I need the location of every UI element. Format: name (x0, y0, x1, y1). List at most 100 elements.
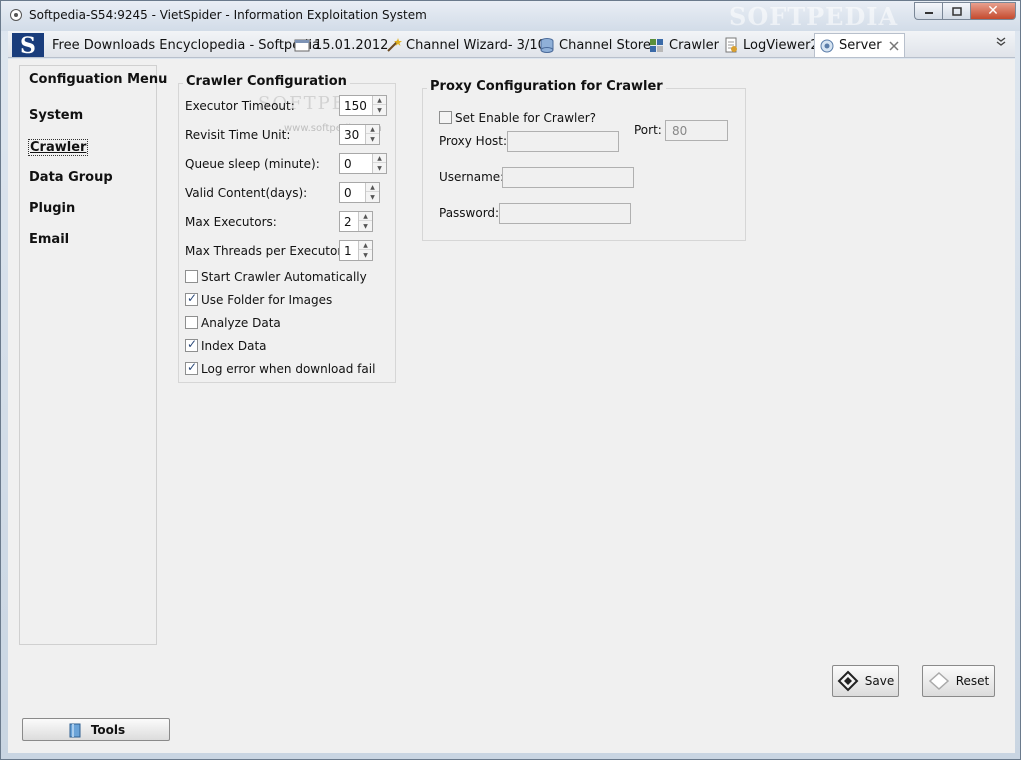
arrow-down-icon[interactable]: ▼ (359, 250, 372, 260)
max-executors-spinner[interactable]: 2 ▲ ▼ (339, 211, 373, 232)
close-button[interactable]: ✕ (970, 2, 1016, 20)
tab-bar: S Free Downloads Encyclopedia - Softpedi… (8, 31, 1015, 58)
crawler-config-legend: Crawler Configuration (183, 74, 350, 89)
spinner-arrows: ▲ ▼ (358, 212, 372, 231)
minimize-button[interactable] (914, 2, 942, 20)
window-title: Softpedia-S54:9245 - VietSpider - Inform… (29, 8, 427, 22)
maximize-icon (951, 6, 962, 16)
proxy-enable-checkbox[interactable] (439, 111, 452, 124)
reset-button[interactable]: Reset (922, 665, 995, 697)
start-crawler-checkbox[interactable] (185, 270, 198, 283)
revisit-time-unit-label: Revisit Time Unit: (185, 128, 291, 142)
tab-crawler[interactable]: Crawler (649, 33, 719, 57)
softpedia-watermark: SOFTPEDIA (729, 2, 899, 31)
wand-icon (386, 37, 402, 53)
database-icon (539, 37, 555, 53)
arrow-down-icon[interactable]: ▼ (373, 105, 386, 115)
menu-item-crawler[interactable]: Crawler (28, 139, 89, 156)
chevron-down-icon[interactable] (995, 36, 1007, 48)
arrow-up-icon[interactable]: ▲ (373, 96, 386, 105)
max-executors-label: Max Executors: (185, 215, 277, 229)
use-folder-images-label: Use Folder for Images (201, 293, 333, 307)
revisit-time-unit-spinner[interactable]: 30 ▲ ▼ (339, 124, 380, 145)
proxy-port-label: Port: (634, 123, 662, 137)
menu-title: Configuation Menu (29, 72, 168, 87)
config-menu-panel: Configuation Menu System Crawler Data Gr… (19, 65, 167, 645)
spinner-value: 0 (344, 157, 352, 171)
proxy-config-legend: Proxy Configuration for Crawler (427, 79, 666, 94)
window-controls: ✕ (914, 2, 1016, 20)
arrow-down-icon[interactable]: ▼ (359, 221, 372, 231)
tab-label: Channel Wizard- 3/10 (406, 37, 546, 53)
tab-softpedia[interactable]: S Free Downloads Encyclopedia - Softpedi… (12, 33, 320, 57)
tab-logviewer[interactable]: LogViewer2 (723, 33, 819, 57)
proxy-password-input[interactable] (499, 203, 631, 224)
tab-server[interactable]: Server (814, 33, 905, 57)
spinner-arrows: ▲ ▼ (358, 241, 372, 260)
arrow-up-icon[interactable]: ▲ (359, 241, 372, 250)
proxy-enable-label: Set Enable for Crawler? (455, 111, 597, 125)
tools-button[interactable]: Tools (22, 718, 170, 741)
spinner-value: 1 (344, 244, 352, 258)
tab-date[interactable]: 15.01.2012 (294, 33, 388, 57)
crawler-icon (649, 37, 665, 53)
max-threads-label: Max Threads per Executor: (185, 244, 347, 258)
log-error-label: Log error when download fail (201, 362, 376, 376)
spinner-value: 30 (344, 128, 360, 142)
executor-timeout-spinner[interactable]: 150 ▲ ▼ (339, 95, 387, 116)
tab-label: 15.01.2012 (314, 37, 389, 53)
queue-sleep-label: Queue sleep (minute): (185, 157, 320, 171)
proxy-port-input[interactable]: 80 (665, 120, 728, 141)
queue-sleep-spinner[interactable]: 0 ▲ ▼ (339, 153, 387, 174)
proxy-password-label: Password: (439, 206, 500, 220)
reset-tag-icon (928, 671, 949, 691)
proxy-username-input[interactable] (502, 167, 634, 188)
spinner-arrows: ▲ ▼ (372, 154, 386, 173)
arrow-up-icon[interactable]: ▲ (366, 125, 379, 134)
tab-close-icon[interactable] (888, 40, 900, 52)
menu-item-plugin[interactable]: Plugin (29, 201, 75, 216)
menu-item-email[interactable]: Email (29, 232, 69, 247)
app-spider-icon (10, 9, 22, 21)
valid-content-label: Valid Content(days): (185, 186, 308, 200)
spinner-arrows: ▲ ▼ (365, 125, 379, 144)
arrow-up-icon[interactable]: ▲ (359, 212, 372, 221)
minimize-icon (924, 12, 933, 14)
maximize-button[interactable] (942, 2, 970, 20)
proxy-host-input[interactable] (507, 131, 619, 152)
tab-label: Crawler (669, 37, 719, 53)
analyze-data-checkbox[interactable] (185, 316, 198, 329)
svg-text:S: S (20, 33, 36, 57)
tools-book-icon (69, 723, 81, 737)
softpedia-logo-icon: S (12, 33, 44, 57)
tab-label: LogViewer2 (743, 37, 819, 53)
tab-channel-store[interactable]: Channel Store (539, 33, 651, 57)
save-button[interactable]: Save (832, 665, 899, 697)
arrow-up-icon[interactable]: ▲ (373, 154, 386, 163)
log-icon (723, 37, 739, 53)
start-crawler-label: Start Crawler Automatically (201, 270, 367, 284)
max-threads-spinner[interactable]: 1 ▲ ▼ (339, 240, 373, 261)
valid-content-spinner[interactable]: 0 ▲ ▼ (339, 182, 380, 203)
tab-label: Channel Store (559, 37, 651, 53)
menu-item-data-group[interactable]: Data Group (29, 170, 113, 185)
spinner-arrows: ▲ ▼ (365, 183, 379, 202)
tools-label: Tools (90, 722, 126, 737)
close-icon: ✕ (987, 3, 999, 19)
use-folder-images-checkbox[interactable] (185, 291, 198, 306)
tab-channel-wizard[interactable]: Channel Wizard- 3/10 (386, 33, 546, 57)
arrow-down-icon[interactable]: ▼ (373, 163, 386, 173)
spinner-value: 2 (344, 215, 352, 229)
reset-label: Reset (955, 674, 990, 688)
proxy-host-label: Proxy Host: (439, 134, 508, 148)
arrow-down-icon[interactable]: ▼ (366, 192, 379, 202)
save-diamond-icon (837, 670, 859, 692)
arrow-up-icon[interactable]: ▲ (366, 183, 379, 192)
index-data-checkbox[interactable] (185, 337, 198, 352)
proxy-username-label: Username: (439, 170, 505, 184)
menu-item-system[interactable]: System (29, 108, 83, 123)
executor-timeout-label: Executor Timeout: (185, 99, 295, 113)
log-error-checkbox[interactable] (185, 360, 198, 375)
tab-label: Free Downloads Encyclopedia - Softpedia (52, 37, 321, 53)
arrow-down-icon[interactable]: ▼ (366, 134, 379, 144)
